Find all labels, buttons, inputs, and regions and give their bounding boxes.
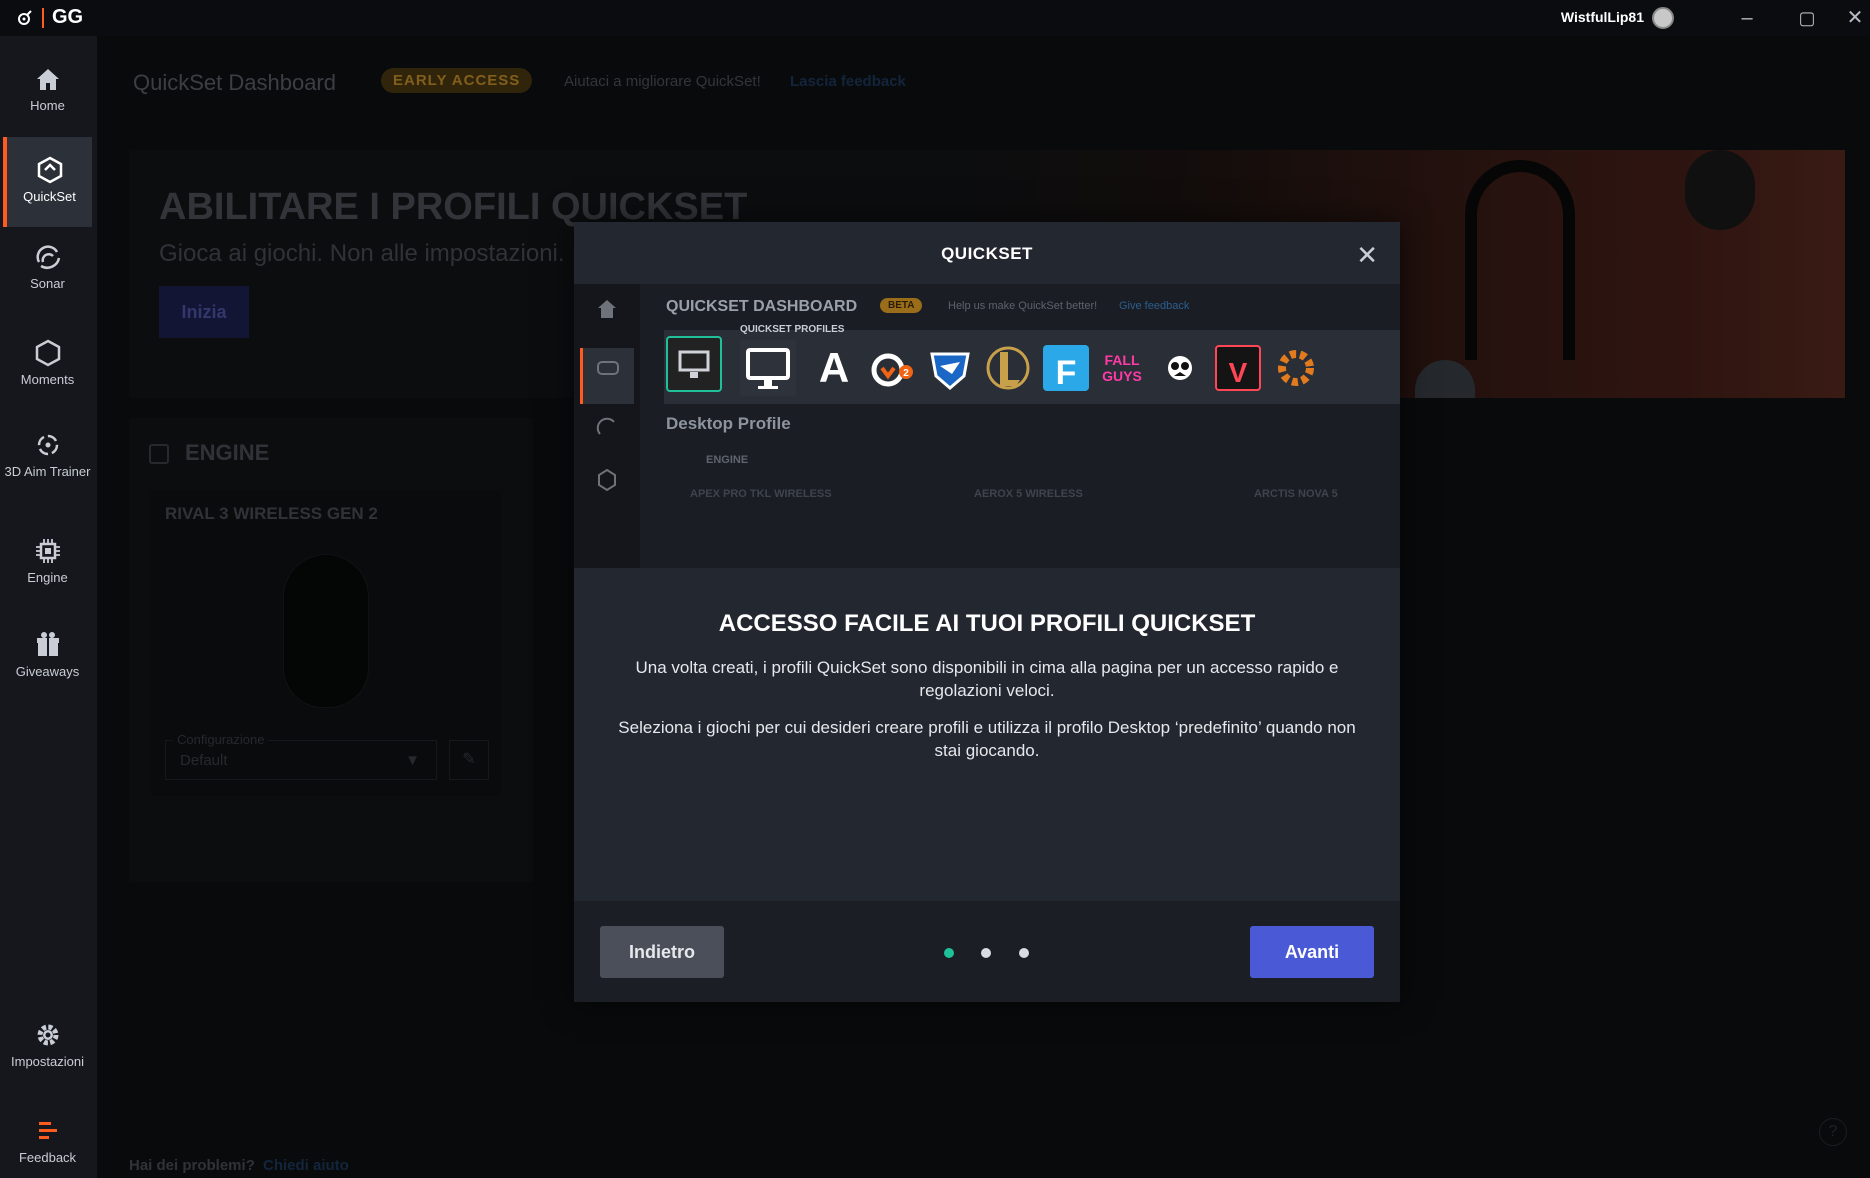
avatar[interactable] [1652, 7, 1674, 29]
preview-image: QUICKSET DASHBOARD BETA Help us make Qui… [574, 284, 1400, 568]
back-button[interactable]: Indietro [600, 926, 724, 978]
rocket-league-icon [922, 340, 978, 396]
preview-profiles-label: QUICKSET PROFILES [740, 324, 845, 335]
sidebar-item-settings[interactable]: Impostazioni [3, 1016, 92, 1106]
sidebar-item-quickset[interactable]: QuickSet [3, 137, 92, 227]
gift-icon [36, 632, 59, 656]
sidebar-item-sonar[interactable]: Sonar [3, 236, 92, 326]
sidebar: Home QuickSet Sonar Moments 3D Aim Train… [0, 36, 97, 1178]
sidebar-item-label: QuickSet [23, 189, 76, 204]
modal-heading: ACCESSO FACILE AI TUOI PROFILI QUICKSET [718, 610, 1256, 637]
preview-moments-icon [580, 460, 634, 516]
preview-desktop-profile-label: Desktop Profile [666, 414, 791, 433]
fall-guys-icon: FALL GUYS [1102, 352, 1142, 384]
gear-icon [37, 1024, 58, 1046]
valorant-icon: V [1215, 345, 1261, 391]
sidebar-item-label: 3D Aim Trainer [4, 464, 91, 479]
overwatch-badge: 2 [903, 368, 909, 379]
sidebar-item-engine[interactable]: Engine [3, 532, 92, 622]
engine-icon [35, 539, 60, 563]
preview-help-link: Give feedback [1119, 300, 1190, 312]
quickset-modal: QUICKSET ✕ QUICKSET DASHBOARD BETA Help … [574, 222, 1400, 1002]
modal-paragraph-1: Una volta creati, i profili QuickSet son… [635, 658, 1339, 700]
sidebar-item-giveaways[interactable]: Giveaways [3, 626, 92, 716]
quickset-icon [37, 156, 62, 184]
modal-paragraph-2: Seleziona i giochi per cui desideri crea… [618, 718, 1356, 760]
modal-title: QUICKSET [941, 244, 1033, 263]
sidebar-item-label: Sonar [30, 276, 65, 291]
close-icon[interactable]: ✕ [1356, 240, 1378, 271]
feedback-icon [38, 1122, 57, 1139]
sidebar-item-label: Home [30, 98, 65, 113]
preview-device-1: APEX PRO TKL WIRELESS [690, 488, 832, 500]
overwatch-icon: 2 [864, 340, 920, 396]
username[interactable]: WistfulLip81 [1561, 9, 1644, 25]
preview-device-3: ARCTIS NOVA 5 [1254, 488, 1338, 500]
preview-sidebar [574, 284, 640, 568]
preview-device-2: AEROX 5 WIRELESS [974, 488, 1083, 500]
maximize-icon[interactable]: ▢ [1792, 5, 1822, 31]
preview-desktop-profile-icon [666, 336, 722, 392]
pagination-dot-1[interactable] [944, 948, 954, 958]
preview-sonar-icon [580, 408, 634, 464]
preview-settings-icon [1268, 340, 1324, 396]
sidebar-item-label: Giveaways [15, 664, 80, 679]
aim-trainer-icon [37, 434, 58, 456]
home-icon [36, 69, 59, 90]
app-name: GG [52, 6, 84, 28]
sidebar-item-3d-aim-trainer[interactable]: 3D Aim Trainer [3, 426, 92, 516]
moments-icon [35, 339, 60, 367]
fortnite-icon: F [1043, 345, 1089, 392]
steelseries-logo-icon [18, 10, 32, 25]
minimize-icon[interactable]: – [1732, 5, 1762, 31]
close-window-icon[interactable]: ✕ [1840, 5, 1870, 31]
preview-home-icon [580, 288, 634, 344]
sidebar-item-label: Moments [20, 372, 75, 387]
title-separator [42, 8, 44, 28]
preview-engine-label: ENGINE [706, 454, 749, 466]
sidebar-item-moments[interactable]: Moments [3, 332, 92, 422]
apex-legends-icon: A [818, 344, 850, 391]
sidebar-item-home[interactable]: Home [3, 58, 92, 148]
preview-beta-badge: BETA [880, 298, 923, 313]
preview-quickset-icon [580, 348, 634, 404]
preview-help-text: Help us make QuickSet better! [948, 300, 1098, 312]
preview-title: QUICKSET DASHBOARD [666, 298, 858, 315]
pagination-dot-3[interactable] [1019, 948, 1029, 958]
sidebar-item-label: Engine [27, 570, 68, 585]
modal-footer: Indietro Avanti [574, 901, 1400, 1002]
preview-desktop-tile [740, 340, 796, 396]
sidebar-item-label: Impostazioni [11, 1054, 84, 1069]
sidebar-item-feedback[interactable]: Feedback [3, 1112, 92, 1178]
title-bar: GG WistfulLip81 – ▢ ✕ [0, 0, 1870, 36]
sonar-icon [35, 245, 60, 269]
pagination-dot-2[interactable] [981, 948, 991, 958]
league-of-legends-icon [980, 340, 1036, 396]
next-button[interactable]: Avanti [1250, 926, 1374, 978]
sidebar-item-label: Feedback [18, 1150, 77, 1165]
warzone-icon [1152, 340, 1208, 396]
